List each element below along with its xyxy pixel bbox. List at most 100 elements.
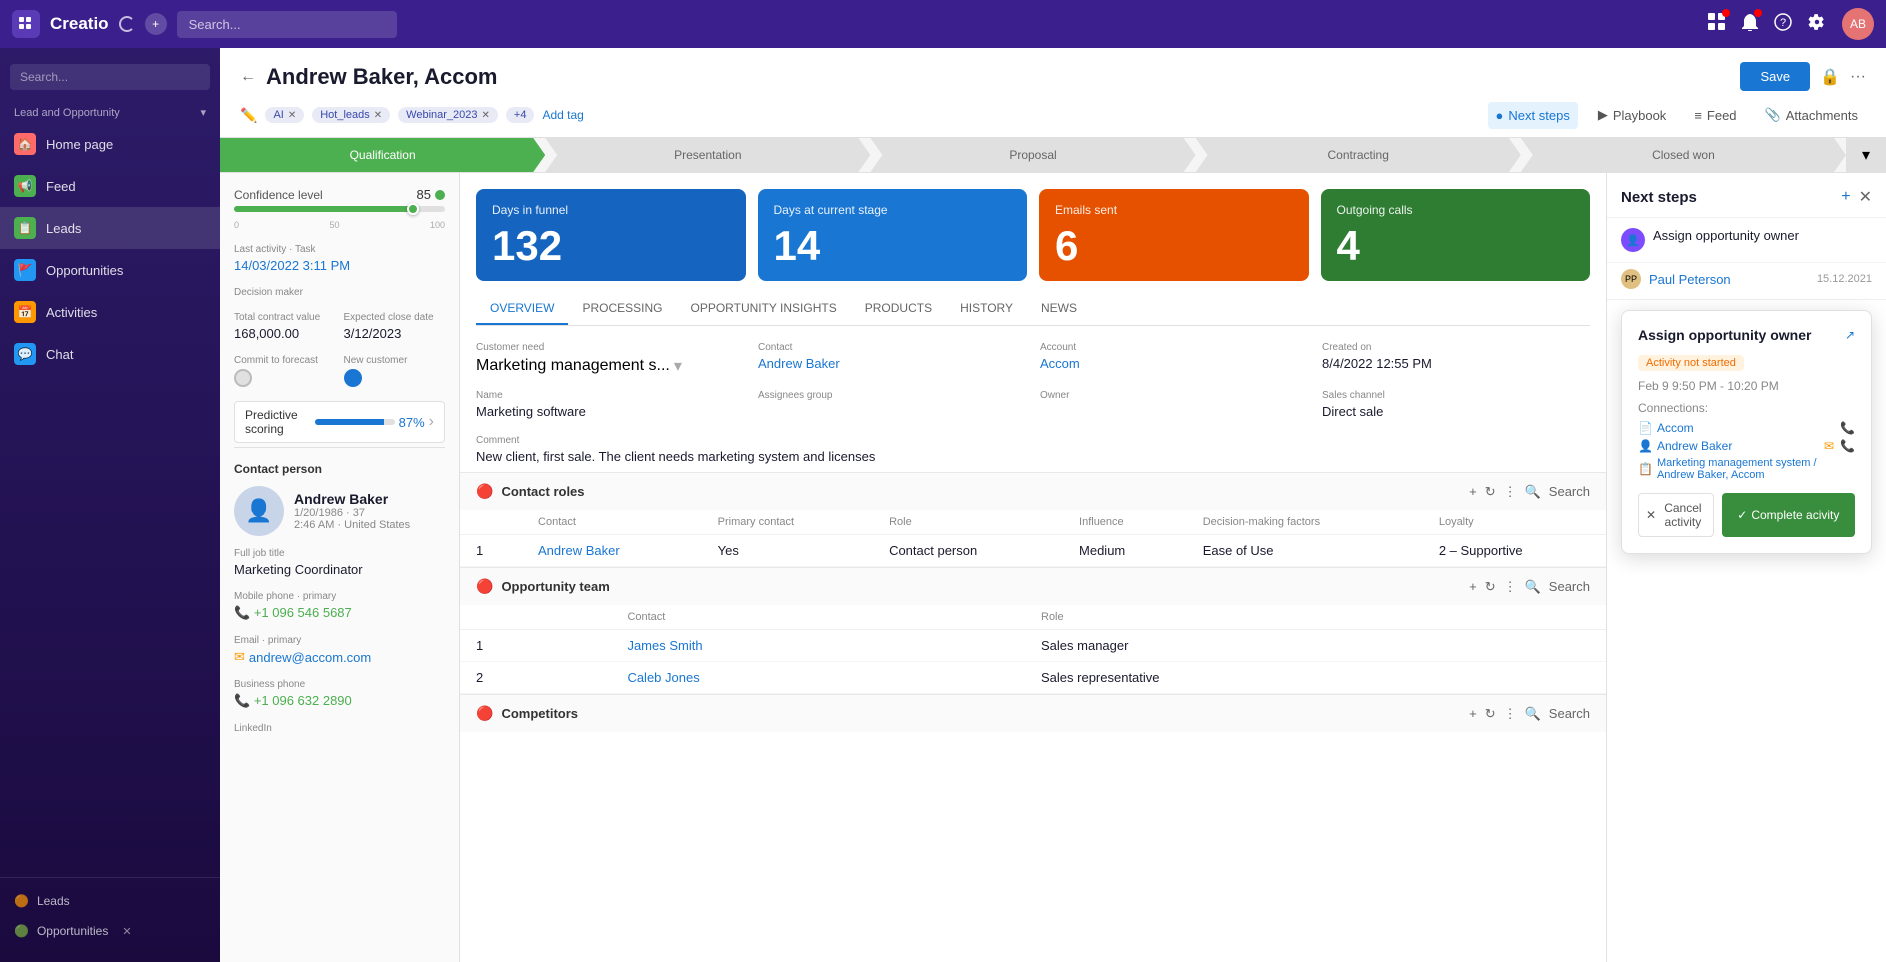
sidebar-item-activities[interactable]: 📅 Activities bbox=[0, 291, 220, 333]
attachments-button[interactable]: 📎 Attachments bbox=[1757, 101, 1866, 129]
tab-products[interactable]: PRODUCTS bbox=[851, 293, 946, 325]
andrew-email-icon[interactable]: ✉ bbox=[1824, 439, 1834, 453]
stage-qualification[interactable]: Qualification bbox=[220, 138, 545, 172]
stage-contracting[interactable]: Contracting bbox=[1196, 138, 1521, 172]
business-phone-field: Business phone 📞 +1 096 632 2890 bbox=[234, 679, 445, 709]
last-activity-value[interactable]: 14/03/2022 3:11 PM bbox=[234, 258, 445, 273]
opp-team-refresh[interactable]: ↻ bbox=[1485, 579, 1496, 595]
detail-sales-channel: Sales channel Direct sale bbox=[1322, 390, 1590, 419]
cr-contact-link[interactable]: Andrew Baker bbox=[522, 535, 702, 567]
right-panel-close-button[interactable]: ✕ bbox=[1859, 187, 1872, 207]
contact-link[interactable]: Andrew Baker bbox=[758, 356, 1026, 371]
ot-contact-1[interactable]: James Smith bbox=[611, 630, 1025, 662]
sidebar-section-header[interactable]: Lead and Opportunity ▾ bbox=[0, 98, 220, 123]
customer-need-value[interactable]: Marketing management s... ▾ bbox=[476, 356, 744, 376]
add-button[interactable]: + bbox=[145, 13, 167, 35]
tag-more[interactable]: +4 bbox=[506, 107, 535, 123]
competitors-header: 🔴 Competitors + ↻ ⋮ 🔍 Search bbox=[460, 694, 1606, 732]
email-value[interactable]: ✉andrew@accom.com bbox=[234, 649, 445, 665]
contact-roles-search-icon[interactable]: 🔍 bbox=[1525, 484, 1541, 500]
business-phone-value[interactable]: 📞 +1 096 632 2890 bbox=[234, 693, 445, 709]
tab-history[interactable]: HISTORY bbox=[946, 293, 1027, 325]
competitors-search-icon[interactable]: 🔍 bbox=[1525, 706, 1541, 722]
add-tag-button[interactable]: Add tag bbox=[542, 108, 583, 122]
tag-hot-leads-remove[interactable]: ✕ bbox=[374, 110, 382, 121]
competitors-add[interactable]: + bbox=[1469, 706, 1477, 721]
bottom-tab-leads[interactable]: 🟠 Leads bbox=[0, 886, 220, 916]
competitors-more[interactable]: ⋮ bbox=[1504, 706, 1517, 722]
accom-phone-icon[interactable]: 📞 bbox=[1840, 421, 1855, 435]
tag-webinar-remove[interactable]: ✕ bbox=[482, 110, 490, 121]
edit-icon[interactable]: ✏️ bbox=[240, 107, 257, 124]
cancel-activity-button[interactable]: ✕ Cancel activity bbox=[1638, 493, 1714, 537]
tab-news[interactable]: NEWS bbox=[1027, 293, 1091, 325]
contact-roles-search-label[interactable]: Search bbox=[1549, 484, 1590, 499]
tag-ai-remove[interactable]: ✕ bbox=[288, 110, 296, 121]
activity-link-marketing[interactable]: 📋 Marketing management system / Andrew B… bbox=[1638, 457, 1855, 481]
feed-button[interactable]: ≡ Feed bbox=[1686, 102, 1744, 129]
competitors-refresh[interactable]: ↻ bbox=[1485, 706, 1496, 722]
help-icon[interactable]: ? bbox=[1774, 13, 1792, 36]
mobile-label: Mobile phone · primary bbox=[234, 591, 445, 602]
lock-icon[interactable]: 🔒 bbox=[1820, 67, 1840, 87]
sidebar-search-input[interactable] bbox=[10, 64, 210, 90]
stage-proposal[interactable]: Proposal bbox=[870, 138, 1195, 172]
settings-icon[interactable] bbox=[1808, 13, 1826, 36]
bottom-tab-opportunities[interactable]: 🟢 Opportunities ✕ bbox=[0, 916, 220, 946]
more-options-icon[interactable]: ··· bbox=[1850, 68, 1866, 86]
sidebar-item-opportunities[interactable]: 🚩 Opportunities bbox=[0, 249, 220, 291]
play-button[interactable] bbox=[119, 16, 135, 32]
tab-processing[interactable]: PROCESSING bbox=[568, 293, 676, 325]
activity-link-andrew[interactable]: 👤 Andrew Baker ✉ 📞 bbox=[1638, 439, 1855, 453]
sidebar-item-home[interactable]: 🏠 Home page bbox=[0, 123, 220, 165]
sidebar-item-leads[interactable]: 📋 Leads bbox=[0, 207, 220, 249]
apps-icon[interactable] bbox=[1708, 13, 1726, 36]
stage-presentation[interactable]: Presentation bbox=[545, 138, 870, 172]
new-customer-toggle[interactable] bbox=[344, 369, 446, 387]
tab-overview[interactable]: OVERVIEW bbox=[476, 293, 568, 325]
grid-menu-icon[interactable] bbox=[12, 10, 40, 38]
ot-contact-2[interactable]: Caleb Jones bbox=[611, 662, 1025, 694]
next-steps-button[interactable]: ● Next steps bbox=[1488, 102, 1578, 129]
sidebar-item-chat[interactable]: 💬 Chat bbox=[0, 333, 220, 375]
opp-team-row-1: 1 James Smith Sales manager bbox=[460, 630, 1606, 662]
close-tab-icon[interactable]: ✕ bbox=[122, 925, 131, 938]
competitors-search-label[interactable]: Search bbox=[1549, 706, 1590, 721]
topbar-search-input[interactable] bbox=[177, 11, 397, 38]
tab-opportunity-insights[interactable]: OPPORTUNITY INSIGHTS bbox=[676, 293, 850, 325]
predictive-scoring[interactable]: Predictive scoring 87% › bbox=[234, 401, 445, 443]
opp-team-more[interactable]: ⋮ bbox=[1504, 579, 1517, 595]
notifications-icon[interactable] bbox=[1742, 13, 1758, 36]
opp-team-search-label[interactable]: Search bbox=[1549, 579, 1590, 594]
opp-team-add[interactable]: + bbox=[1469, 579, 1477, 594]
contact-roles-more[interactable]: ⋮ bbox=[1504, 484, 1517, 500]
stage-dropdown[interactable]: ▾ bbox=[1846, 138, 1886, 172]
activity-link-accom[interactable]: 📄 Accom 📞 bbox=[1638, 421, 1855, 435]
opp-team-search-icon[interactable]: 🔍 bbox=[1525, 579, 1541, 595]
account-link[interactable]: Accom bbox=[1040, 356, 1308, 371]
contact-roles-refresh[interactable]: ↻ bbox=[1485, 484, 1496, 500]
save-button[interactable]: Save bbox=[1740, 62, 1810, 91]
user-avatar[interactable]: AB bbox=[1842, 8, 1874, 40]
stage-closed-won[interactable]: Closed won bbox=[1521, 138, 1846, 172]
record-actions: Save 🔒 ··· bbox=[1740, 62, 1866, 91]
sidebar-item-feed[interactable]: 📢 Feed bbox=[0, 165, 220, 207]
back-button[interactable]: ← bbox=[240, 68, 256, 86]
slider-handle[interactable] bbox=[407, 203, 419, 215]
activity-external-link[interactable]: ↗ bbox=[1845, 328, 1855, 342]
comment-section: Comment New client, first sale. The clie… bbox=[460, 435, 1606, 472]
predictive-bar-fill bbox=[315, 419, 385, 425]
expected-close-value: 3/12/2023 bbox=[344, 326, 446, 341]
expected-close-label: Expected close date bbox=[344, 312, 446, 323]
playbook-button[interactable]: ▶ Playbook bbox=[1590, 101, 1674, 129]
contact-roles-add[interactable]: + bbox=[1469, 484, 1477, 499]
main-content: Confidence level 85 0 50 100 bbox=[220, 173, 1886, 962]
andrew-phone-icon[interactable]: 📞 bbox=[1840, 439, 1855, 453]
next-step-item-1[interactable]: 👤 Assign opportunity owner bbox=[1607, 218, 1886, 263]
next-steps-add-button[interactable]: + bbox=[1841, 188, 1850, 206]
assigned-name[interactable]: Paul Peterson bbox=[1649, 272, 1731, 287]
commit-toggle[interactable] bbox=[234, 369, 336, 387]
confidence-slider[interactable] bbox=[234, 206, 445, 212]
mobile-value[interactable]: 📞 +1 096 546 5687 bbox=[234, 605, 445, 621]
complete-activity-button[interactable]: ✓ Complete acivity bbox=[1722, 493, 1855, 537]
